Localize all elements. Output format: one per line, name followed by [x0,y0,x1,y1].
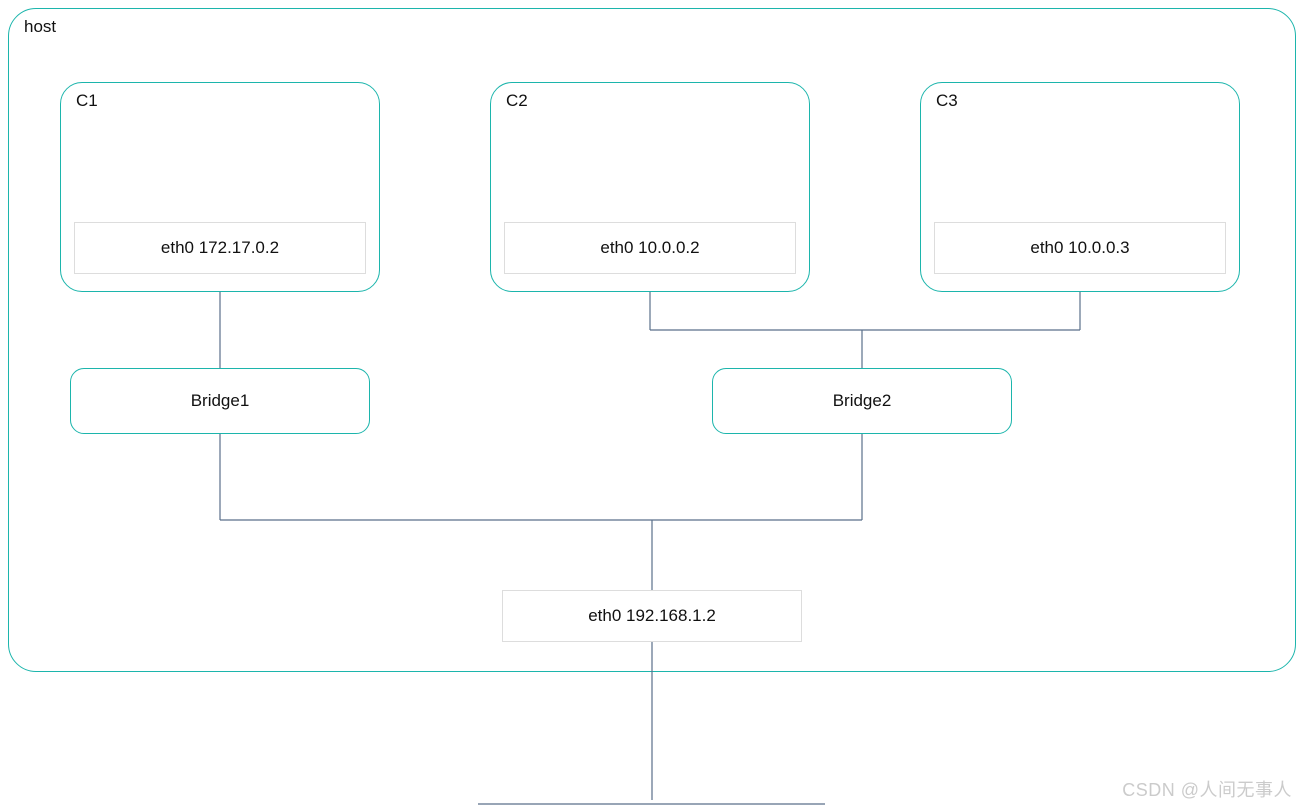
host-eth-box: eth0 192.168.1.2 [502,590,802,642]
eth-c3-label: eth0 10.0.0.3 [1030,238,1129,258]
bridge1-box: Bridge1 [70,368,370,434]
host-eth-label: eth0 192.168.1.2 [588,606,716,626]
eth-c2: eth0 10.0.0.2 [504,222,796,274]
eth-c1: eth0 172.17.0.2 [74,222,366,274]
container-c1-label: C1 [76,91,98,111]
eth-c2-label: eth0 10.0.0.2 [600,238,699,258]
bridge2-box: Bridge2 [712,368,1012,434]
container-c3-label: C3 [936,91,958,111]
eth-c1-label: eth0 172.17.0.2 [161,238,279,258]
container-c2-label: C2 [506,91,528,111]
host-label: host [24,17,56,37]
watermark: CSDN @人间无事人 [1122,776,1292,802]
eth-c3: eth0 10.0.0.3 [934,222,1226,274]
bridge1-label: Bridge1 [191,391,250,411]
bridge2-label: Bridge2 [833,391,892,411]
